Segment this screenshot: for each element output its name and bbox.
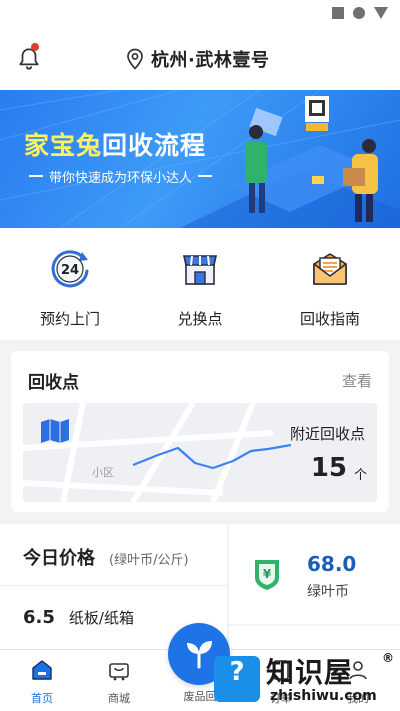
green-leaf-coins[interactable]: ¥ 68.0 绿叶币	[229, 524, 400, 624]
quick-action-label: 兑换点	[177, 310, 223, 328]
registered-mark: ®	[382, 651, 394, 665]
quick-action-label: 回收指南	[299, 310, 360, 328]
nearby-count: 15	[310, 453, 347, 483]
today-price-unit: (绿叶币/公斤)	[109, 553, 189, 568]
price-value: 6.5	[23, 607, 55, 628]
watermark-text: 知识屋	[266, 656, 354, 689]
recycle-map[interactable]: 小区 附近回收点 15 个	[23, 403, 377, 502]
back-nav-icon	[374, 7, 388, 19]
quick-action-exchange-point[interactable]: 兑换点	[145, 246, 255, 329]
recycle-process-banner[interactable]: 家宝兔回收流程 带你快速成为环保小达人	[0, 90, 400, 228]
view-more-link[interactable]: 查看	[342, 370, 372, 391]
coins-panel-extra	[229, 626, 400, 649]
banner-subtitle: 带你快速成为环保小达人	[23, 165, 218, 187]
tab-home[interactable]: 首页	[12, 658, 72, 706]
nearby-unit: 个	[353, 468, 367, 483]
map-area-label: 小区	[92, 466, 114, 479]
map-icon	[41, 419, 69, 443]
coin-shield-icon: ¥	[255, 560, 279, 590]
today-price-title: 今日价格	[23, 548, 95, 569]
location-text: 杭州·武林壹号	[151, 50, 270, 71]
status-bar	[0, 0, 400, 28]
top-bar: 杭州·武林壹号	[0, 28, 400, 90]
quick-action-label: 预约上门	[39, 310, 100, 328]
nearby-label: 附近回收点	[289, 425, 365, 443]
bell-icon[interactable]	[16, 46, 42, 72]
envelope-guide-icon	[313, 253, 347, 285]
svg-text:24: 24	[61, 263, 79, 278]
recent-apps-icon	[332, 7, 344, 19]
quick-action-appointment[interactable]: 24 预约上门	[15, 246, 125, 329]
store-icon	[183, 255, 217, 285]
tab-mall[interactable]: 商城	[89, 658, 149, 706]
clock-24-icon: 24	[51, 250, 89, 288]
recycle-point-card: 回收点 查看 小区 附近回收点 15 个	[11, 351, 389, 512]
tab-label: 商城	[108, 692, 130, 705]
coin-value: 68.0	[307, 552, 357, 576]
watermark-url: zhishiwu.com	[270, 688, 377, 704]
coin-label: 绿叶币	[307, 584, 349, 600]
tab-label: 首页	[31, 692, 53, 705]
watermark: ? 知识屋 ® zhishiwu.com	[202, 651, 400, 709]
home-icon	[32, 660, 52, 680]
cart-icon	[109, 663, 129, 681]
price-row[interactable]: 6.5 纸板/纸箱	[23, 607, 134, 628]
card-title: 回收点	[28, 373, 79, 393]
quick-action-guide[interactable]: 回收指南	[275, 246, 385, 329]
home-nav-icon	[353, 7, 365, 19]
quick-actions: 24 预约上门 兑换点 回收指南	[0, 228, 400, 340]
banner-title: 家宝兔回收流程	[24, 131, 207, 160]
price-item-name: 纸板/纸箱	[68, 609, 134, 627]
today-price-header: 今日价格 (绿叶币/公斤)	[0, 524, 227, 586]
location-pin-icon	[127, 48, 143, 70]
location-selector[interactable]: 杭州·武林壹号	[126, 46, 269, 72]
notification-dot	[31, 43, 39, 51]
svg-text:¥: ¥	[263, 567, 272, 581]
